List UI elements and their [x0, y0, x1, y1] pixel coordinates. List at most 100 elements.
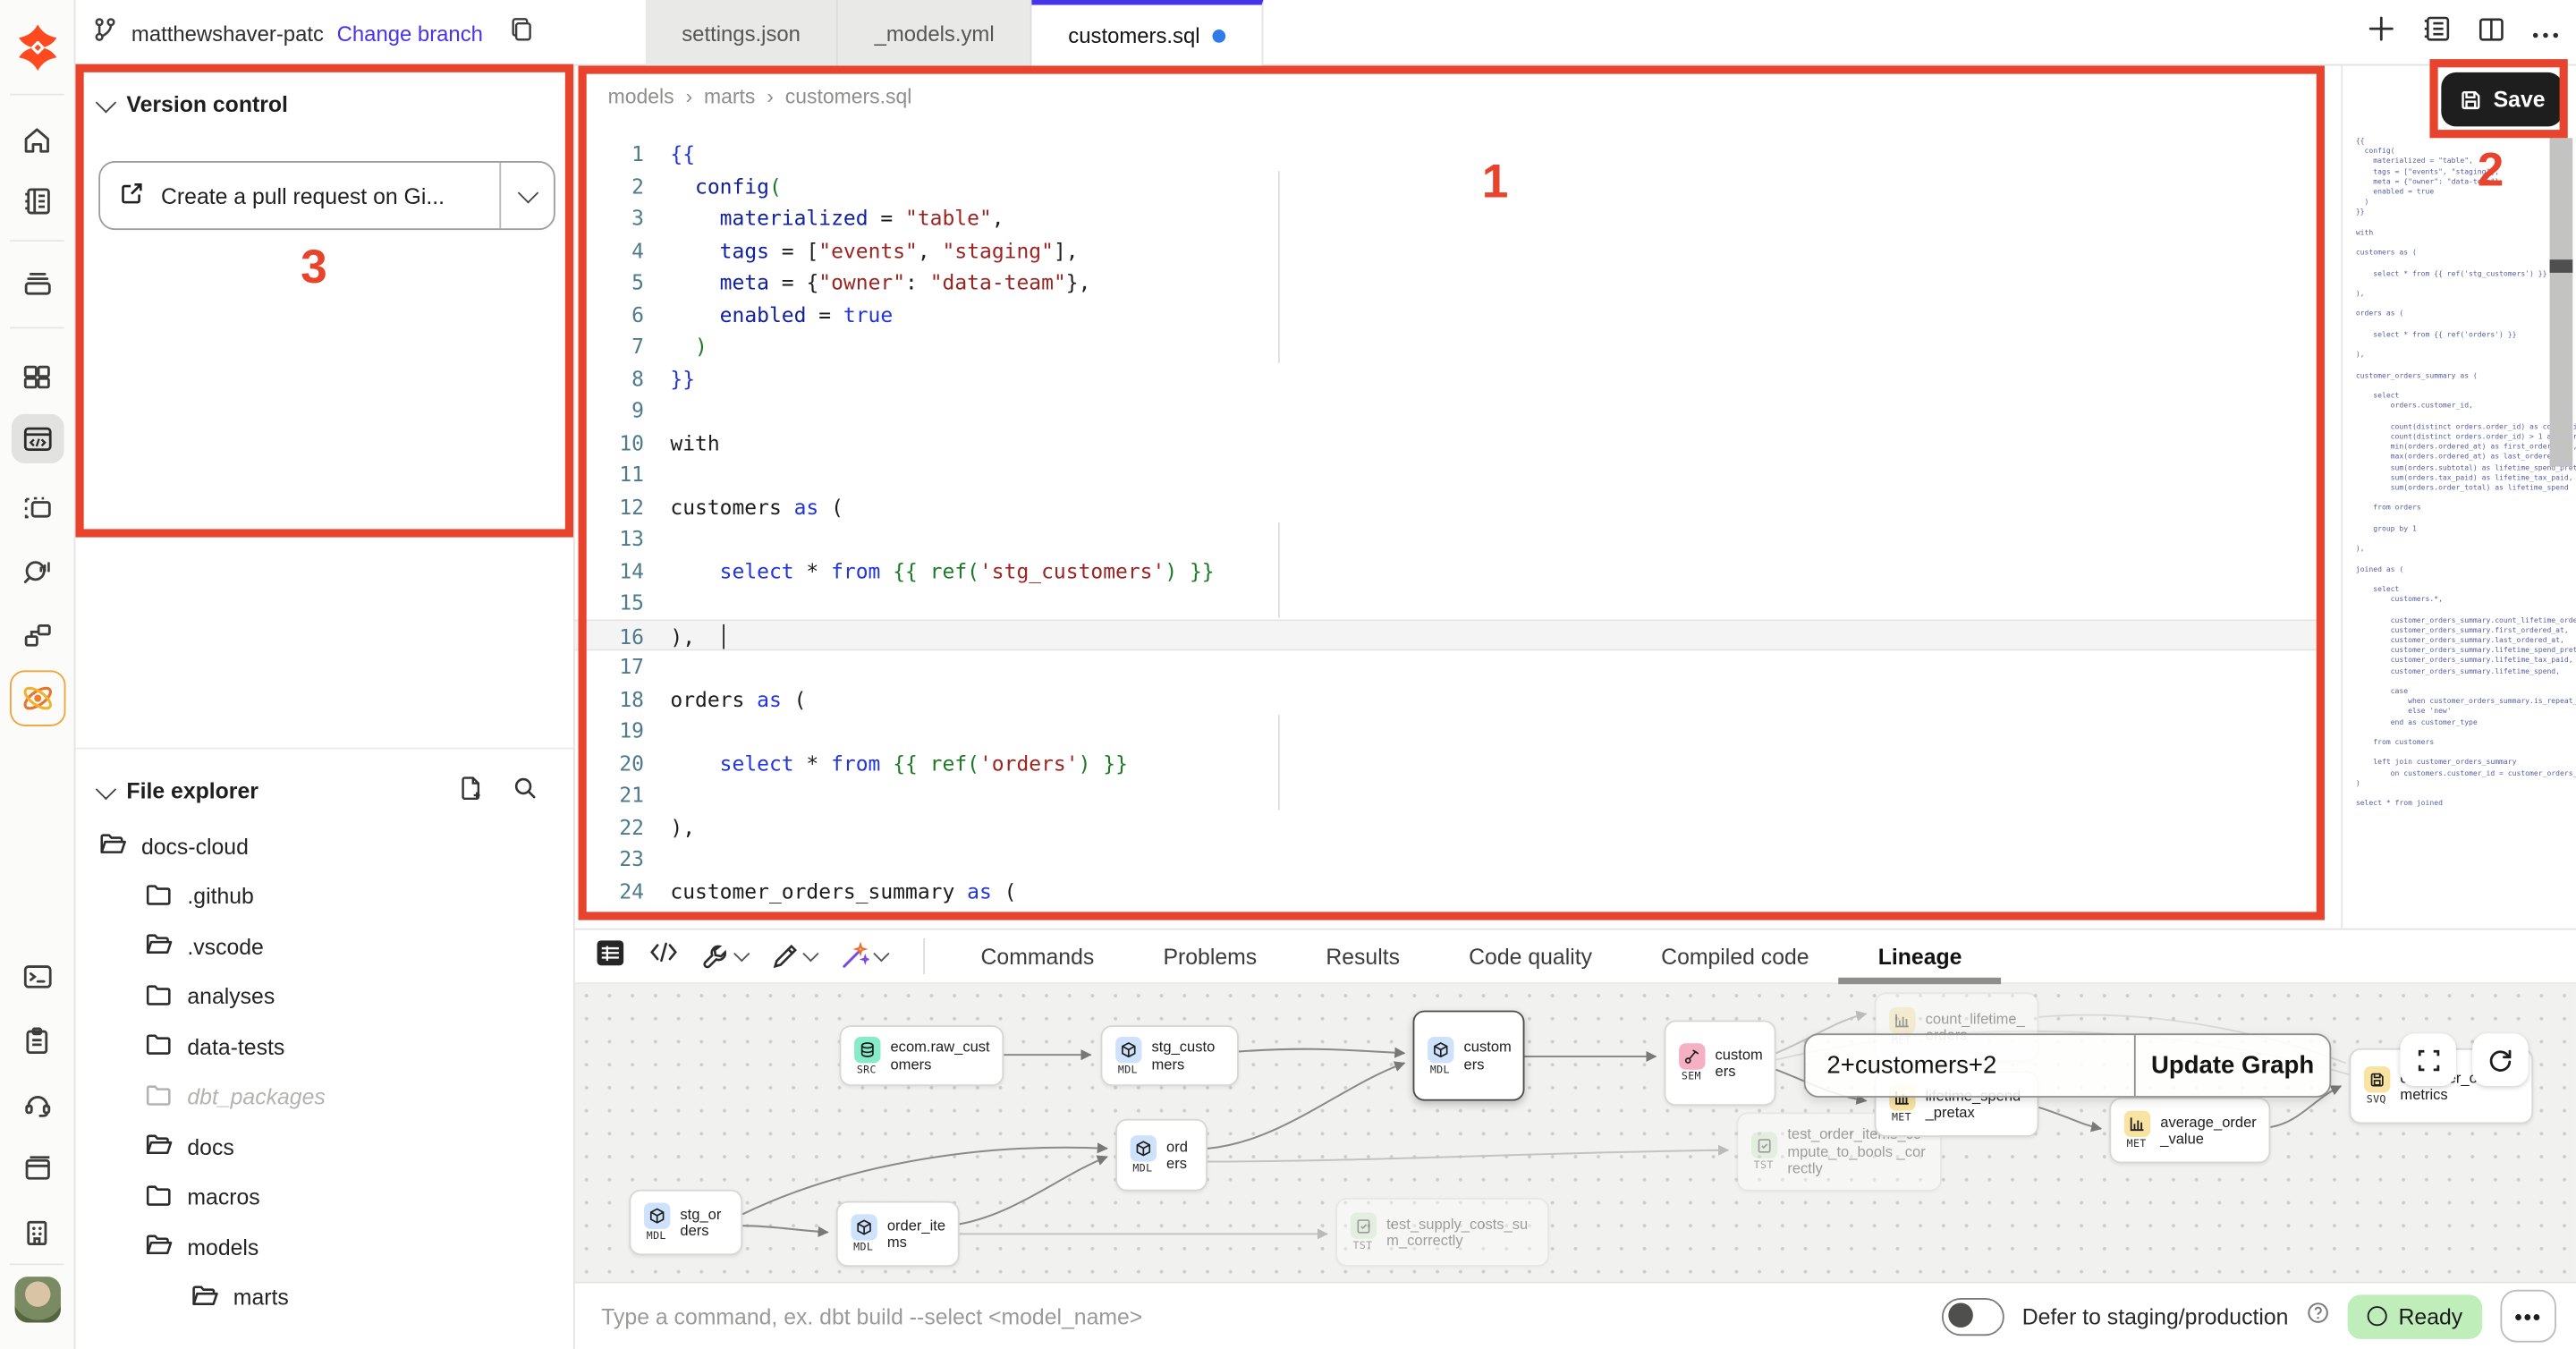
search-icon[interactable] — [513, 776, 538, 807]
save-button[interactable]: Save — [2441, 72, 2563, 127]
lineage-node-stg-orders[interactable]: MDLstg_orders — [629, 1190, 742, 1255]
branch-name[interactable]: matthewshaver-patc — [131, 21, 324, 46]
tree-item-marts[interactable]: marts — [75, 1273, 573, 1323]
new-file-icon[interactable] — [458, 776, 483, 807]
version-control-header[interactable]: Version control — [75, 65, 573, 130]
tree-item-.vscode[interactable]: .vscode — [75, 921, 573, 971]
breadcrumb-file[interactable]: customers.sql — [785, 86, 912, 109]
lineage-node-test-supply-costs[interactable]: TSTtest_supply_costs_sum_correctly — [1335, 1198, 1549, 1267]
code-line-11[interactable]: 11 — [575, 458, 2341, 490]
bottom-tab-results[interactable]: Results — [1326, 930, 1400, 981]
insights-search-icon[interactable] — [11, 546, 64, 595]
notebook-icon[interactable] — [11, 176, 64, 225]
code-line-8[interactable]: 8}} — [575, 362, 2341, 395]
dbt-copilot-atom-icon[interactable] — [9, 670, 64, 725]
breadcrumb-marts[interactable]: marts — [704, 86, 755, 109]
code-line-22[interactable]: 22), — [575, 810, 2341, 843]
tree-item-docs-cloud[interactable]: docs-cloud — [75, 821, 573, 871]
code-line-19[interactable]: 19 — [575, 715, 2341, 747]
minimap[interactable]: {{ config( materialized = "table", tags … — [2356, 138, 2537, 810]
split-pane-icon[interactable] — [2478, 15, 2505, 50]
lineage-node-order-items[interactable]: MDLorder_items — [836, 1201, 960, 1267]
code-line-20[interactable]: 20 select * from {{ ref('orders') }} — [575, 747, 2341, 779]
lineage-node-stg-customers[interactable]: MDLstg_customers — [1101, 1025, 1239, 1086]
tree-item-data-tests[interactable]: data-tests — [75, 1022, 573, 1072]
browser-window-icon[interactable] — [11, 1143, 64, 1192]
code-editor-icon[interactable] — [11, 414, 64, 463]
terminal-icon[interactable] — [11, 951, 64, 1000]
build-wrench-icon[interactable] — [701, 942, 747, 970]
bottom-tab-code-quality[interactable]: Code quality — [1469, 930, 1592, 981]
dbt-logo-icon[interactable] — [11, 23, 64, 72]
tree-item-dbt_packages[interactable]: dbt_packages — [75, 1072, 573, 1122]
more-options-icon[interactable] — [2531, 18, 2559, 47]
help-icon[interactable] — [2307, 1301, 2330, 1332]
tree-item-models[interactable]: models — [75, 1223, 573, 1273]
code-line-3[interactable]: 3 materialized = "table", — [575, 202, 2341, 234]
code-line-4[interactable]: 4 tags = ["events", "staging"], — [575, 234, 2341, 267]
bottom-tab-commands[interactable]: Commands — [981, 930, 1095, 981]
tab-customers.sql[interactable]: customers.sql — [1032, 0, 1264, 65]
code-lines[interactable]: 1{{2 config(3 materialized = "table",4 t… — [575, 138, 2341, 907]
code-line-14[interactable]: 14 select * from {{ ref('stg_customers')… — [575, 555, 2341, 587]
command-more-button[interactable]: ••• — [2500, 1290, 2555, 1343]
code-line-12[interactable]: 12customers as ( — [575, 490, 2341, 522]
code-line-9[interactable]: 9 — [575, 395, 2341, 427]
headset-support-icon[interactable] — [11, 1080, 64, 1129]
lineage-selector-input[interactable]: 2+customers+2 — [1806, 1035, 2134, 1096]
copy-icon[interactable] — [509, 15, 534, 50]
chevron-down-icon[interactable] — [733, 946, 750, 962]
preview-table-icon[interactable] — [595, 938, 626, 975]
building-icon[interactable] — [11, 1208, 64, 1257]
bottom-tab-lineage[interactable]: Lineage — [1878, 930, 1962, 981]
create-pull-request-button[interactable]: Create a pull request on Gi... — [98, 161, 555, 230]
file-explorer-header[interactable]: File explorer — [75, 748, 573, 820]
format-code-icon[interactable] — [770, 942, 816, 970]
code-line-1[interactable]: 1{{ — [575, 138, 2341, 170]
code-line-24[interactable]: 24customer_orders_summary as ( — [575, 875, 2341, 907]
status-badge[interactable]: Ready — [2348, 1294, 2483, 1338]
breadcrumb-models[interactable]: models — [608, 86, 674, 109]
code-line-13[interactable]: 13 — [575, 522, 2341, 555]
tree-item-analyses[interactable]: analyses — [75, 971, 573, 1022]
lineage-node-orders[interactable]: MDLorders — [1115, 1119, 1208, 1192]
user-avatar[interactable] — [11, 1275, 64, 1324]
command-input[interactable]: Type a command, ex. dbt build --select <… — [575, 1303, 1942, 1328]
bottom-tab-problems[interactable]: Problems — [1163, 930, 1257, 981]
lineage-canvas[interactable]: SRCecom.raw_customers MDLstg_customers MDL… — [575, 984, 2576, 1281]
tree-item-macros[interactable]: macros — [75, 1172, 573, 1222]
code-line-10[interactable]: 10with — [575, 427, 2341, 459]
pr-dropdown-caret[interactable] — [501, 191, 554, 199]
changelog-panel-icon[interactable] — [2421, 15, 2451, 51]
update-graph-button[interactable]: Update Graph — [2136, 1035, 2330, 1096]
refresh-icon[interactable] — [2472, 1033, 2528, 1086]
dashboard-grid-icon[interactable] — [11, 352, 64, 401]
fullscreen-icon[interactable] — [2400, 1033, 2455, 1086]
chevron-down-icon[interactable] — [802, 946, 818, 962]
code-line-7[interactable]: 7 ) — [575, 330, 2341, 362]
share-windows-icon[interactable] — [11, 609, 64, 658]
lineage-node-customers-model[interactable]: MDLcustomers — [1413, 1011, 1525, 1101]
code-line-15[interactable]: 15 — [575, 587, 2341, 619]
lineage-node-average-order-value[interactable]: METaverage_order_value — [2109, 1098, 2270, 1163]
code-line-5[interactable]: 5 meta = {"owner": "data-team"}, — [575, 267, 2341, 299]
code-line-6[interactable]: 6 enabled = true — [575, 298, 2341, 330]
code-line-2[interactable]: 2 config( — [575, 170, 2341, 202]
lineage-node-ecom-raw-customers[interactable]: SRCecom.raw_customers — [840, 1025, 1004, 1086]
home-icon[interactable] — [11, 115, 64, 165]
defer-toggle[interactable] — [1942, 1297, 2004, 1335]
code-line-21[interactable]: 21 — [575, 779, 2341, 811]
tree-item-.github[interactable]: .github — [75, 871, 573, 921]
stack-drawer-icon[interactable] — [11, 258, 64, 307]
clipboard-icon[interactable] — [11, 1015, 64, 1065]
bottom-tab-compiled-code[interactable]: Compiled code — [1661, 930, 1809, 981]
new-tab-plus-icon[interactable] — [2368, 15, 2395, 51]
copilot-fix-wand-icon[interactable] — [840, 941, 887, 971]
tab-_models.yml[interactable]: _models.yml — [838, 0, 1032, 65]
editor-scrollbar-track[interactable] — [2550, 138, 2573, 466]
canvas-icon[interactable] — [11, 483, 64, 532]
code-line-16[interactable]: 16), — [575, 619, 2321, 651]
tree-item-docs[interactable]: docs — [75, 1122, 573, 1172]
tab-settings.json[interactable]: settings.json — [646, 0, 838, 65]
lineage-node-customers-semantic[interactable]: SEMcustomers — [1665, 1021, 1776, 1107]
